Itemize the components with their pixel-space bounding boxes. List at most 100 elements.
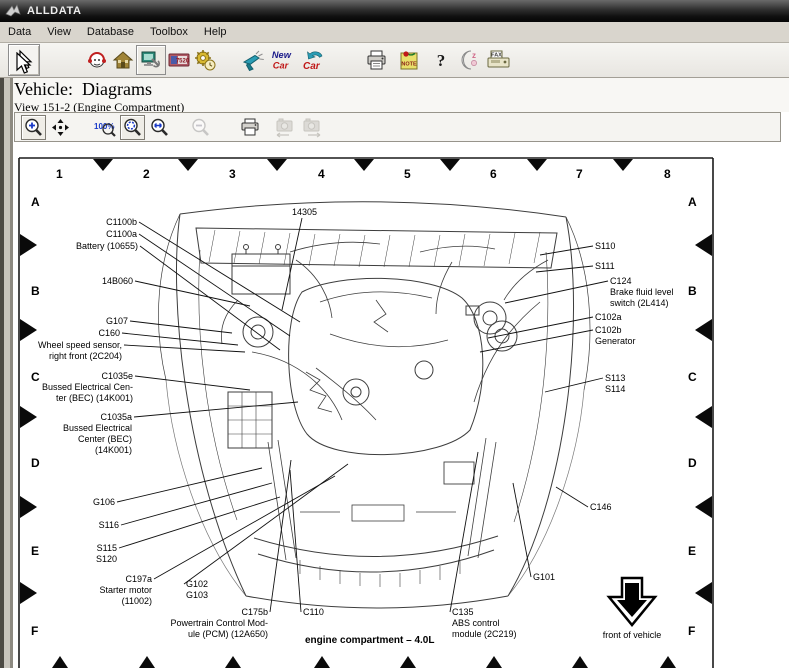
- new-car-button[interactable]: NewCar: [270, 47, 296, 73]
- menu-bar: DataViewDatabaseToolboxHelp: [0, 22, 789, 43]
- diagram-callout: C102a: [595, 312, 622, 323]
- grid-marker-right: [695, 234, 712, 256]
- person-headset-icon: [85, 48, 109, 72]
- grid-marker-bottom: [570, 656, 590, 668]
- fax-machine-icon: FAX: [486, 48, 512, 72]
- grid-column-label: 7: [576, 167, 583, 181]
- diagram-callout: Wheel speed sensor,right front (2C204): [38, 340, 122, 362]
- odometer-button[interactable]: 7520: [166, 47, 192, 73]
- diagram-callout: S116: [99, 520, 119, 531]
- diagram-callout: C197aStarter motor(11002): [99, 574, 152, 607]
- diagram-callout: S115S120: [96, 543, 117, 565]
- paint-tool-button[interactable]: [240, 47, 266, 73]
- menu-item-database[interactable]: Database: [79, 23, 142, 41]
- zoom-toolbar: 100%: [14, 112, 781, 142]
- callout-line: (14K001): [63, 445, 132, 456]
- car-back-icon: Car: [300, 48, 326, 72]
- notes-button[interactable]: NOTE: [396, 47, 422, 73]
- shop-home-button[interactable]: [110, 47, 136, 73]
- grid-marker-bottom: [398, 656, 418, 668]
- help-button[interactable]: ?: [428, 47, 454, 73]
- main-toolbar: 7520 NewCarCar NOTE?zFAX: [0, 43, 789, 78]
- callout-leader-line: [139, 222, 300, 322]
- diagram-callout: C102bGenerator: [595, 325, 636, 347]
- callout-line: G102: [186, 579, 208, 590]
- callout-line: S116: [99, 520, 119, 531]
- diagrams-button[interactable]: [136, 45, 166, 75]
- page-title: Vehicle: Diagrams: [14, 79, 789, 100]
- new-car-icon: NewCar: [270, 48, 296, 72]
- callout-line: S110: [595, 241, 615, 252]
- diagram-viewport[interactable]: 12345678AABBCCDDEEFF C1100bC1100aBattery…: [0, 142, 789, 668]
- diagram-callout: G102G103: [186, 579, 208, 601]
- grid-column-label: 5: [404, 167, 411, 181]
- grid-marker-left: [20, 406, 37, 428]
- callout-leader-line: [488, 317, 593, 338]
- pan-button[interactable]: [48, 115, 73, 140]
- grid-row-label-right: D: [688, 456, 697, 470]
- page-heading: Vehicle: Diagrams View 151-2 (Engine Com…: [0, 78, 789, 112]
- grid-row-label-right: E: [688, 544, 696, 558]
- grid-marker-top: [178, 159, 198, 171]
- callout-line: G101: [533, 572, 555, 583]
- fax-button[interactable]: FAX: [486, 47, 512, 73]
- zoom-out-icon: [190, 117, 211, 138]
- grid-marker-right: [695, 406, 712, 428]
- next-view-button: [299, 115, 324, 140]
- spray-gun-icon: [240, 48, 266, 72]
- grid-column-label: 4: [318, 167, 325, 181]
- callout-leader-line: [290, 470, 301, 612]
- grid-column-label: 8: [664, 167, 671, 181]
- diagram-callout: C124Brake fluid levelswitch (2L414): [610, 276, 674, 309]
- callout-leader-line: [117, 468, 262, 502]
- home-icon: [111, 48, 135, 72]
- callout-leader-line: [540, 246, 593, 255]
- support-button[interactable]: [84, 47, 110, 73]
- callout-line: C1035a: [63, 412, 132, 423]
- callout-leader-line: [119, 497, 280, 548]
- callout-leader-line: [140, 246, 280, 350]
- zoom-in-button[interactable]: [21, 115, 46, 140]
- grid-marker-top: [267, 159, 287, 171]
- print-diagram-button[interactable]: [237, 115, 262, 140]
- maintenance-button[interactable]: [192, 47, 218, 73]
- zoom-100-button[interactable]: 100%: [93, 115, 118, 140]
- callout-line: S113: [605, 373, 625, 384]
- svg-text:NOTE: NOTE: [401, 62, 417, 68]
- question-mark-icon: ?: [431, 48, 451, 72]
- grid-row-label-left: A: [31, 195, 40, 209]
- diagram-callout: C1035aBussed ElectricalCenter (BEC)(14K0…: [63, 412, 132, 456]
- menu-item-view[interactable]: View: [39, 23, 79, 41]
- grid-marker-left: [20, 496, 37, 518]
- diagram-callout: G106: [93, 497, 115, 508]
- printer-sm-icon: [239, 117, 261, 138]
- grid-column-label: 3: [229, 167, 236, 181]
- callout-leader-line: [450, 452, 478, 612]
- grid-row-label-left: F: [31, 624, 38, 638]
- alldata-logo-icon: [5, 4, 21, 18]
- menu-item-toolbox[interactable]: Toolbox: [142, 23, 196, 41]
- diagram-callout: 14305: [292, 207, 317, 218]
- diagram-callout: C110: [303, 607, 324, 618]
- callout-line: S114: [605, 384, 625, 395]
- diagram-callout: C135ABS controlmodule (2C219): [452, 607, 517, 640]
- printer-icon: [365, 48, 389, 72]
- callout-line: G106: [93, 497, 115, 508]
- grid-marker-bottom: [50, 656, 70, 668]
- menu-item-data[interactable]: Data: [0, 23, 39, 41]
- callout-leader-line: [124, 345, 245, 352]
- zoom-width-button[interactable]: [147, 115, 172, 140]
- menu-item-help[interactable]: Help: [196, 23, 235, 41]
- zoom-in-icon: [23, 117, 44, 138]
- grid-marker-left: [20, 234, 37, 256]
- night-mode-button[interactable]: z: [456, 47, 482, 73]
- callout-line: G103: [186, 590, 208, 601]
- callout-leader-line: [545, 378, 603, 392]
- diagram-callout: G107: [106, 316, 128, 327]
- print-button[interactable]: [364, 47, 390, 73]
- zoom-fit-button[interactable]: [120, 115, 145, 140]
- diagram-callout: S113S114: [605, 373, 625, 395]
- previous-car-button[interactable]: Car: [300, 47, 326, 73]
- callout-leader-line: [134, 402, 298, 417]
- svg-text:New: New: [272, 50, 292, 60]
